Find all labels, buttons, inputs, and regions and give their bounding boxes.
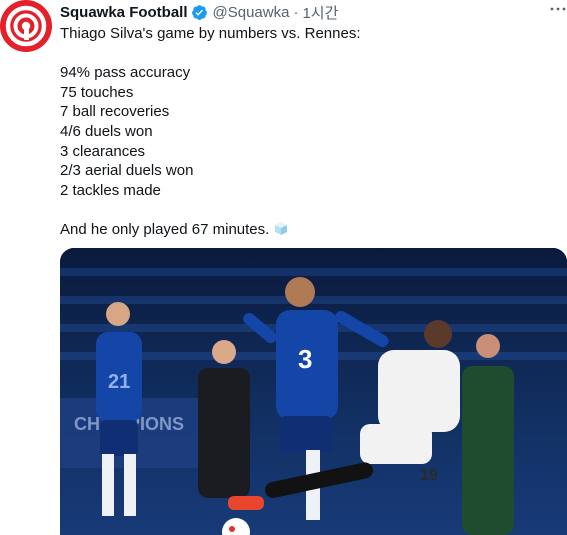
tweet-photo[interactable]: CHAMPIONS 21 3 [60, 248, 567, 535]
tweet-line: 2/3 aerial duels won [60, 162, 194, 180]
tweet-line: And he only played 67 minutes. [60, 220, 270, 238]
shirt-number: 3 [298, 344, 312, 374]
more-horizontal-icon [550, 7, 566, 11]
tweet-header: Squawka Football @Squawka · 1시간 [60, 2, 338, 22]
user-handle[interactable]: @Squawka [213, 4, 290, 21]
line-break [60, 44, 555, 64]
shirt-number: 19 [420, 467, 438, 484]
verified-badge-icon [191, 4, 208, 21]
shirt-number: 21 [108, 371, 130, 393]
line-break [60, 200, 555, 220]
tweet-line: Thiago Silva's game by numbers vs. Renne… [60, 25, 361, 42]
tweet-line: 7 ball recoveries [60, 103, 170, 121]
tweet-text: Thiago Silva's game by numbers vs. Renne… [60, 24, 555, 240]
more-options-button[interactable] [549, 0, 567, 18]
avatar[interactable] [0, 0, 52, 52]
football-match-photo: CHAMPIONS 21 3 [60, 248, 567, 535]
separator-dot: · [293, 3, 299, 21]
tweet-line: 94% pass accuracy [60, 64, 191, 82]
ice-cube-emoji-icon [273, 220, 289, 236]
tweet-line-last: And he only played 67 minutes. [60, 220, 555, 240]
tweet-line: 4/6 duels won [60, 122, 153, 140]
tweet-line: 75 touches [60, 83, 134, 101]
squawka-logo-icon [5, 5, 47, 47]
display-name[interactable]: Squawka Football [60, 4, 188, 21]
tweet-line: 3 clearances [60, 142, 146, 160]
timestamp[interactable]: 1시간 [302, 2, 338, 23]
tweet-line: 2 tackles made [60, 181, 161, 199]
